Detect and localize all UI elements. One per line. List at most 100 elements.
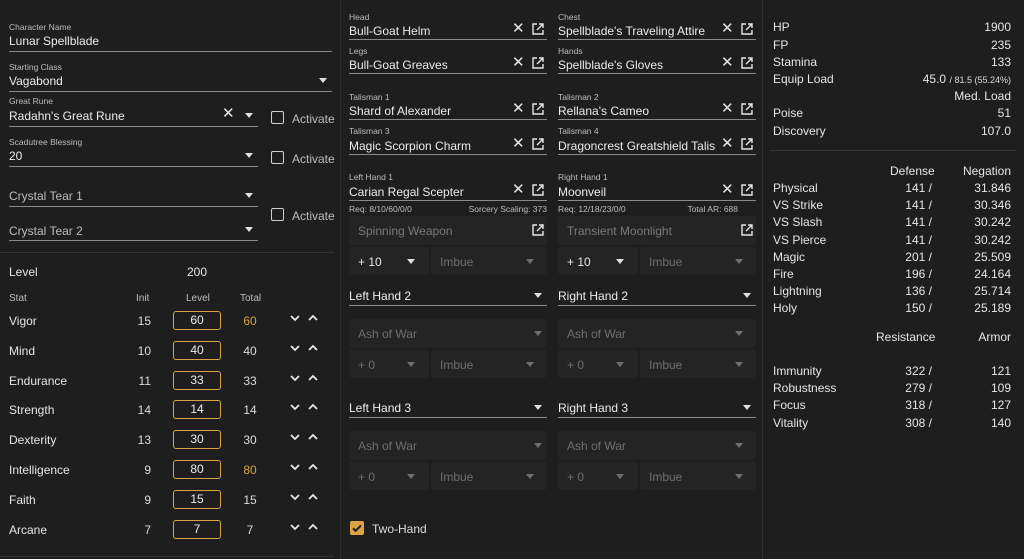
chevron-down-icon[interactable] [534, 405, 542, 410]
stat-level-input[interactable]: 80 [173, 460, 221, 479]
divider [0, 556, 334, 557]
open-external-icon[interactable] [532, 224, 544, 236]
legs-select[interactable]: Bull-Goat Greaves [349, 58, 509, 72]
chest-select[interactable]: Spellblade's Traveling Attire [558, 24, 722, 38]
tears-activate-checkbox[interactable] [271, 208, 284, 221]
clear-icon[interactable]: ✕ [512, 55, 525, 70]
talisman-4-label: Talisman 4 [558, 126, 599, 136]
chevron-down-icon[interactable] [407, 362, 415, 367]
chevron-down-icon[interactable] [245, 113, 253, 118]
clear-icon[interactable]: ✕ [512, 21, 525, 36]
left-hand-2-select[interactable]: Left Hand 2 [349, 289, 411, 303]
clear-icon[interactable]: ✕ [512, 101, 525, 116]
stat-level-input[interactable]: 60 [173, 311, 221, 330]
chevron-down-icon[interactable] [245, 227, 253, 232]
clear-icon[interactable]: ✕ [721, 21, 734, 36]
chevron-down-icon[interactable] [290, 463, 300, 474]
chevron-down-icon[interactable] [616, 259, 624, 264]
open-external-icon[interactable] [532, 57, 544, 69]
chevron-down-icon[interactable] [290, 314, 300, 325]
open-external-icon[interactable] [741, 138, 753, 150]
talisman-1-select[interactable]: Shard of Alexander [349, 104, 509, 118]
chevron-down-icon[interactable] [526, 474, 534, 479]
chevron-down-icon[interactable] [526, 259, 534, 264]
clear-icon[interactable]: ✕ [721, 136, 734, 151]
stat-level-input[interactable]: 14 [173, 400, 221, 420]
hands-select[interactable]: Spellblade's Gloves [558, 58, 722, 72]
stat-level-input[interactable]: 40 [173, 340, 221, 360]
stat-level-input[interactable]: 7 [173, 519, 221, 539]
chevron-down-icon[interactable] [290, 403, 300, 414]
chevron-down-icon[interactable] [407, 474, 415, 479]
chevron-down-icon[interactable] [534, 331, 542, 336]
head-select[interactable]: Bull-Goat Helm [349, 24, 509, 38]
chevron-up-icon[interactable] [308, 344, 318, 355]
clear-icon[interactable]: ✕ [512, 182, 525, 197]
great-rune-select[interactable]: Radahn's Great Rune [9, 109, 209, 123]
chevron-down-icon[interactable] [290, 374, 300, 385]
clear-icon[interactable]: ✕ [222, 106, 235, 121]
chevron-up-icon[interactable] [308, 493, 318, 504]
chevron-down-icon[interactable] [735, 259, 743, 264]
chevron-up-icon[interactable] [308, 403, 318, 414]
clear-icon[interactable]: ✕ [721, 101, 734, 116]
blessing-select[interactable]: 20 [9, 149, 209, 163]
rune-activate-checkbox[interactable] [271, 111, 284, 124]
two-hand-checkbox[interactable] [350, 521, 364, 535]
chevron-down-icon[interactable] [735, 443, 743, 448]
blessing-underline [9, 166, 258, 167]
open-external-icon[interactable] [532, 138, 544, 150]
chevron-down-icon[interactable] [319, 78, 327, 83]
stat-level-input[interactable]: 15 [173, 489, 221, 509]
chevron-up-icon[interactable] [308, 463, 318, 474]
right-hand-1-select[interactable]: Moonveil [558, 185, 718, 199]
starting-class-select[interactable]: Vagabond [9, 74, 299, 88]
left-hand-3-select[interactable]: Left Hand 3 [349, 401, 411, 415]
character-name-input[interactable]: Lunar Spellblade [9, 34, 329, 48]
open-external-icon[interactable] [532, 184, 544, 196]
chevron-down-icon[interactable] [735, 362, 743, 367]
chevron-down-icon[interactable] [735, 331, 743, 336]
chevron-down-icon[interactable] [534, 293, 542, 298]
chevron-down-icon[interactable] [290, 344, 300, 355]
chevron-down-icon[interactable] [245, 193, 253, 198]
clear-icon[interactable]: ✕ [512, 136, 525, 151]
chevron-down-icon[interactable] [743, 293, 751, 298]
open-external-icon[interactable] [741, 224, 753, 236]
right-hand-2-select[interactable]: Right Hand 2 [558, 289, 628, 303]
chevron-up-icon[interactable] [308, 314, 318, 325]
talisman-4-select[interactable]: Dragoncrest Greatshield Talisman [558, 139, 716, 153]
talisman-3-select[interactable]: Magic Scorpion Charm [349, 139, 509, 153]
chevron-down-icon[interactable] [616, 474, 624, 479]
left-hand-1-select[interactable]: Carian Regal Scepter [349, 185, 509, 199]
crystal-tear-1-select[interactable]: Crystal Tear 1 [9, 189, 83, 203]
chevron-down-icon[interactable] [407, 259, 415, 264]
chevron-down-icon[interactable] [743, 405, 751, 410]
chevron-down-icon[interactable] [290, 523, 300, 534]
resistance-header: Resistance [876, 330, 936, 344]
blessing-activate-checkbox[interactable] [271, 151, 284, 164]
open-external-icon[interactable] [741, 23, 753, 35]
chevron-down-icon[interactable] [290, 493, 300, 504]
open-external-icon[interactable] [741, 57, 753, 69]
chevron-up-icon[interactable] [308, 433, 318, 444]
chevron-down-icon[interactable] [526, 362, 534, 367]
chevron-up-icon[interactable] [308, 374, 318, 385]
chevron-down-icon[interactable] [616, 362, 624, 367]
stat-level-input[interactable]: 30 [173, 430, 221, 450]
chevron-up-icon[interactable] [308, 523, 318, 534]
chevron-down-icon[interactable] [735, 474, 743, 479]
open-external-icon[interactable] [741, 103, 753, 115]
right-hand-3-select[interactable]: Right Hand 3 [558, 401, 628, 415]
open-external-icon[interactable] [741, 184, 753, 196]
open-external-icon[interactable] [532, 23, 544, 35]
talisman-2-select[interactable]: Rellana's Cameo [558, 104, 722, 118]
clear-icon[interactable]: ✕ [721, 182, 734, 197]
chevron-down-icon[interactable] [290, 433, 300, 444]
chevron-down-icon[interactable] [245, 153, 253, 158]
crystal-tear-2-select[interactable]: Crystal Tear 2 [9, 224, 83, 238]
open-external-icon[interactable] [532, 103, 544, 115]
chevron-down-icon[interactable] [534, 443, 542, 448]
clear-icon[interactable]: ✕ [721, 55, 734, 70]
stat-level-input[interactable]: 33 [173, 370, 221, 390]
